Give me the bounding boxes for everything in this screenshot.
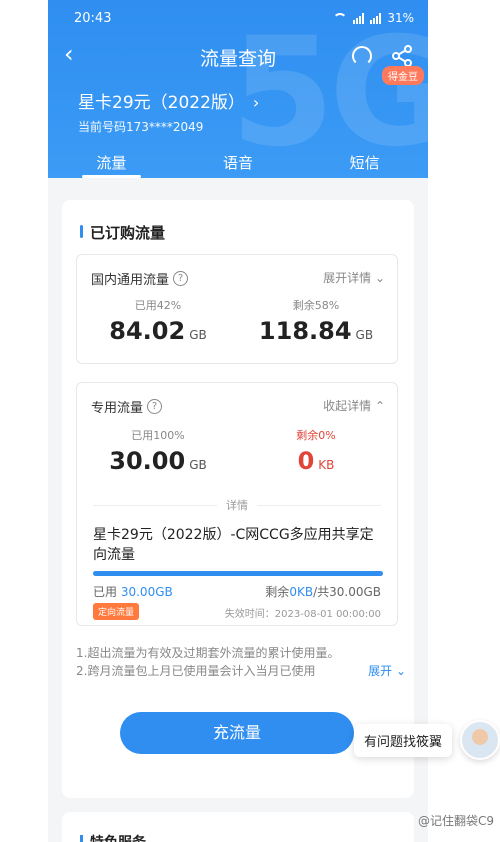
domestic-used-number: 84.02	[109, 317, 186, 345]
tab-voice[interactable]: 语音	[175, 152, 302, 178]
notes-expand-link[interactable]: 展开 ⌄	[364, 662, 406, 679]
chevron-right-icon: ›	[252, 93, 260, 112]
package-used-prefix: 已用	[93, 585, 118, 599]
domestic-used-stat: 已用42% 84.02 GB	[83, 297, 233, 345]
recharge-data-button[interactable]: 充流量	[120, 712, 354, 754]
phone-screen: 5G 20:43 31% ‹ 流量查询 得金豆 星卡29元（2022版） › 当…	[48, 0, 428, 842]
dedicated-used-label: 已用100%	[131, 429, 185, 442]
tab-data[interactable]: 流量	[48, 152, 175, 178]
section-title: 已订购流量	[80, 222, 165, 243]
package-remain-amount: 0KB	[289, 585, 314, 599]
dedicated-data-title: 专用流量 ?	[91, 397, 163, 416]
navigation-bar: ‹ 流量查询 得金豆	[48, 38, 428, 85]
plan-selector[interactable]: 星卡29元（2022版） ›	[78, 88, 259, 113]
status-bar: 20:43 31%	[48, 8, 428, 30]
help-question-icon[interactable]: ?	[147, 399, 163, 414]
tab-bar: 流量 语音 短信	[48, 152, 428, 178]
dedicated-remain-stat: 剩余0% 0 KB	[241, 427, 391, 475]
dedicated-data-box: 专用流量 ? 收起详情 ⌃ 已用100% 30.00 GB 剩余0% 0 KB 详情…	[76, 382, 398, 626]
domestic-used-unit: GB	[189, 328, 207, 342]
plan-name: 星卡29元（2022版）	[78, 93, 245, 113]
domestic-used-value: 84.02 GB	[83, 317, 233, 345]
domestic-expand-toggle[interactable]: 展开详情 ⌄	[323, 269, 385, 286]
subscribed-data-card: 已订购流量 国内通用流量 ? 展开详情 ⌄ 已用42% 84.02 GB 剩余58…	[62, 200, 414, 798]
package-remain-prefix: 剩余	[265, 585, 290, 599]
usage-progress-fill	[93, 571, 383, 576]
help-bubble[interactable]: 有问题找筱翼	[353, 724, 452, 757]
dedicated-collapse-toggle[interactable]: 收起详情 ⌃	[323, 397, 385, 414]
featured-services-title: 特色服务	[80, 832, 146, 842]
header: 5G 20:43 31% ‹ 流量查询 得金豆 星卡29元（2022版） › 当…	[48, 0, 428, 178]
dedicated-remain-label: 剩余0%	[296, 429, 336, 442]
wifi-icon	[333, 13, 348, 23]
domestic-used-label: 已用42%	[134, 299, 182, 312]
package-used-text: 已用 30.00GB	[93, 583, 173, 600]
package-remain-text: 剩余0KB/共30.00GB	[265, 583, 381, 600]
details-divider-label: 详情	[217, 497, 257, 513]
featured-services-card: 特色服务	[62, 812, 414, 842]
coin-badge[interactable]: 得金豆	[382, 66, 424, 85]
note-line-1: 1.超出流量为有效及过期套外流量的累计使用量。	[76, 646, 340, 660]
phone-number: 当前号码173****2049	[78, 120, 204, 134]
chevron-down-icon: ⌄	[395, 664, 406, 678]
dedicated-used-value: 30.00 GB	[83, 447, 233, 475]
usage-progress-bar	[93, 571, 383, 576]
chevron-down-icon: ⌄	[374, 271, 385, 285]
domestic-remain-unit: GB	[355, 328, 374, 342]
signal-icon	[353, 12, 365, 24]
help-question-icon[interactable]: ?	[173, 271, 189, 286]
domestic-expand-label: 展开详情	[323, 271, 372, 285]
domestic-data-title-label: 国内通用流量	[91, 273, 170, 288]
status-time: 20:43	[74, 11, 112, 26]
signal-icon	[370, 12, 382, 24]
dedicated-remain-unit: KB	[318, 458, 335, 472]
domestic-remain-value: 118.84 GB	[241, 317, 391, 345]
dedicated-used-number: 30.00	[109, 447, 186, 475]
package-name: 星卡29元（2022版）-C网CCG多应用共享定向流量	[93, 527, 374, 563]
domestic-remain-label: 剩余58%	[292, 299, 340, 312]
dedicated-data-title-label: 专用流量	[91, 401, 144, 416]
directional-data-tag: 定向流量	[93, 603, 140, 620]
battery-level: 31%	[387, 11, 414, 25]
customer-service-icon[interactable]	[352, 46, 372, 66]
dedicated-remain-number: 0	[297, 447, 315, 475]
package-total: /共30.00GB	[313, 585, 381, 599]
dedicated-remain-value: 0 KB	[241, 447, 391, 475]
dedicated-collapse-label: 收起详情	[323, 399, 372, 413]
domestic-data-title: 国内通用流量 ?	[91, 269, 189, 288]
expire-time: 失效时间：2023-08-01 00:00:00	[224, 609, 381, 620]
domestic-data-box: 国内通用流量 ? 展开详情 ⌄ 已用42% 84.02 GB 剩余58% 118.…	[76, 254, 398, 364]
status-icons: 31%	[333, 11, 414, 25]
watermark-text: @记住翻袋C9	[417, 814, 494, 828]
tab-sms[interactable]: 短信	[301, 152, 428, 178]
dedicated-used-unit: GB	[189, 458, 207, 472]
domestic-remain-stat: 剩余58% 118.84 GB	[241, 297, 391, 345]
notes-expand-label: 展开	[368, 664, 393, 678]
note-line-2: 2.跨月流量包上月已使用量会计入当月已使用	[76, 664, 316, 678]
domestic-remain-number: 118.84	[258, 317, 352, 345]
share-icon[interactable]	[390, 44, 414, 68]
assistant-avatar[interactable]	[460, 720, 500, 760]
package-used-amount: 30.00GB	[120, 585, 173, 599]
dedicated-used-stat: 已用100% 30.00 GB	[83, 427, 233, 475]
chevron-up-icon: ⌃	[374, 399, 385, 413]
